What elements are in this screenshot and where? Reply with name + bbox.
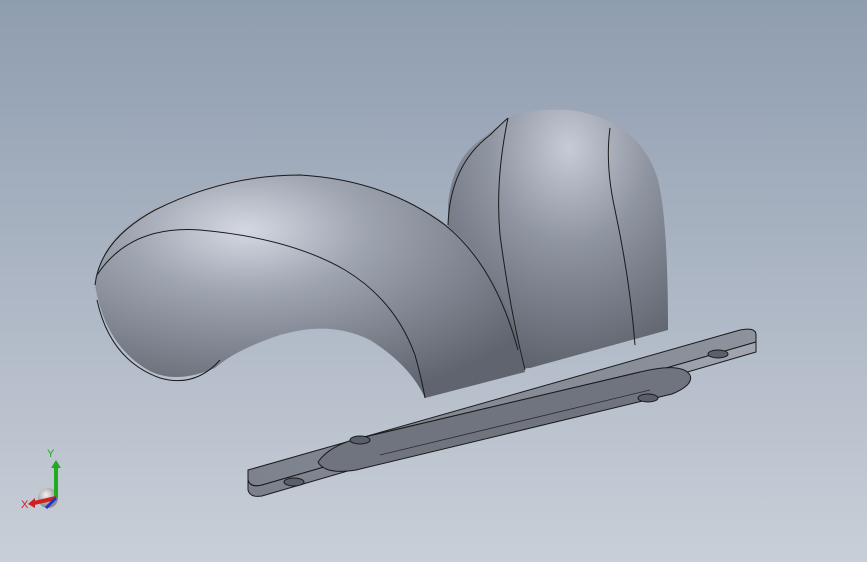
x-axis-label: X (21, 499, 29, 511)
graphics-viewport[interactable]: Y X (0, 0, 867, 562)
view-orientation-triad: Y X (21, 448, 61, 511)
3d-model-intake-manifold[interactable] (0, 0, 867, 562)
bolt-hole (349, 435, 371, 445)
y-axis-label: Y (47, 448, 55, 460)
bolt-hole (637, 393, 659, 403)
bolt-hole (283, 477, 305, 487)
bolt-hole (707, 349, 729, 359)
